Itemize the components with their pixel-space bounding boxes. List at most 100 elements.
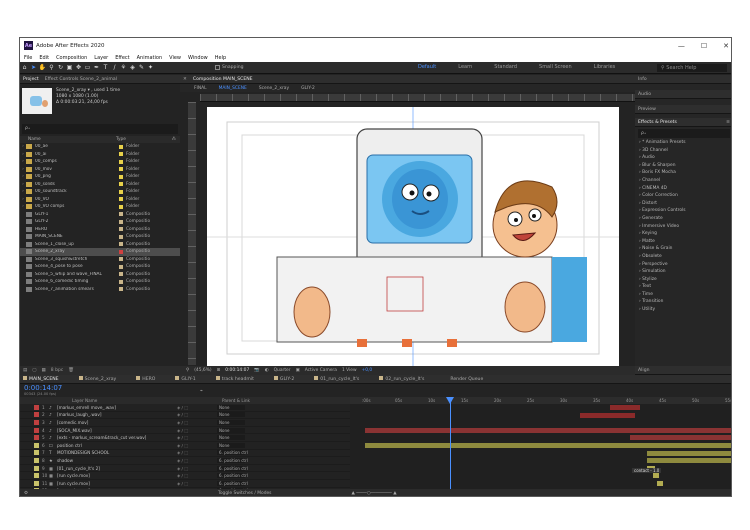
layer-row[interactable]: 6 ☐ position ctrl ◈ ∕ ⬚ None	[20, 442, 350, 450]
layer-label-swatch[interactable]	[34, 442, 39, 448]
snapping-toggle[interactable]: Snapping	[215, 65, 244, 70]
layer-row[interactable]: 1 ♪ [markus_emrell move_.wav] ◈ ∕ ⬚ None	[20, 404, 350, 412]
parent-dropdown[interactable]: 6. position ctrl	[217, 450, 248, 456]
parent-dropdown[interactable]: None	[217, 404, 245, 410]
layer-label-swatch[interactable]	[34, 450, 39, 456]
layer-label-swatch[interactable]	[34, 457, 39, 463]
new-folder-icon[interactable]: ▢	[32, 368, 36, 373]
minimize-icon[interactable]: —	[678, 42, 685, 50]
project-item[interactable]: › 00_solids Folder	[20, 181, 180, 189]
views-dropdown[interactable]: 1 View	[342, 368, 357, 373]
search-help-input[interactable]: ⚲ Search Help	[657, 64, 727, 72]
parent-dropdown[interactable]: None	[217, 412, 245, 418]
camera-dropdown[interactable]: Active Camera	[305, 368, 337, 373]
label-color-swatch[interactable]	[119, 227, 123, 232]
comp-flowchart-icon[interactable]: ⚙	[24, 491, 28, 496]
label-color-swatch[interactable]	[119, 204, 123, 209]
rotate-tool-icon[interactable]: ↻	[56, 64, 65, 71]
menu-view[interactable]: View	[169, 55, 181, 61]
effect-category[interactable]: › Generate	[635, 216, 731, 224]
project-item[interactable]: GLIY-1 Compositio	[20, 211, 180, 219]
breadcrumb-scene-2-xray[interactable]: Scene_2_xray	[259, 86, 289, 91]
menu-edit[interactable]: Edit	[39, 55, 49, 61]
layer-marker[interactable]: contact - 1.0	[632, 468, 662, 473]
menu-effect[interactable]: Effect	[115, 55, 129, 61]
effect-category[interactable]: › Color Correction	[635, 193, 731, 201]
workspace-libraries[interactable]: Libraries	[594, 64, 616, 70]
timeline-tab[interactable]: 01_run_cycle_lt's	[314, 376, 359, 382]
switches-icon[interactable]: ◈ ∕ ⬚	[177, 412, 217, 417]
checkbox-icon[interactable]	[215, 65, 220, 70]
project-item[interactable]: Scene_2_xray Compositio	[20, 248, 180, 256]
project-item[interactable]: › 00_ae Folder	[20, 143, 180, 151]
project-item[interactable]: Scene_5_whip and wave_FINAL Compositio	[20, 271, 180, 279]
layer-duration-bar[interactable]	[647, 450, 731, 456]
magnify-icon[interactable]: ⚲	[186, 368, 189, 373]
project-item[interactable]: GLIY-2 Compositio	[20, 218, 180, 226]
breadcrumb-final[interactable]: FINAL	[194, 86, 207, 91]
maximize-icon[interactable]: ☐	[701, 42, 707, 50]
layer-row[interactable]: 5 ♪ [exts - markus_scream&track_cut ver.…	[20, 434, 350, 442]
project-item[interactable]: › 00_VO comps Folder	[20, 203, 180, 211]
effect-category[interactable]: › Obsolete	[635, 254, 731, 262]
layer-duration-bar[interactable]	[665, 496, 671, 497]
workspace-default[interactable]: Default	[418, 64, 436, 70]
layer-duration-bar[interactable]	[365, 443, 731, 448]
timeline-tab[interactable]: GLIY-2	[273, 376, 294, 382]
parent-dropdown[interactable]: None	[217, 427, 245, 433]
project-item[interactable]: › 00_soundtrack Folder	[20, 188, 180, 196]
effect-category[interactable]: › Audio	[635, 155, 731, 163]
effect-category[interactable]: › Boris FX Mocha	[635, 170, 731, 178]
layer-row[interactable]: 7 T MOTIONDESIGN SCHOOL ◈ ∕ ⬚ 6. positio…	[20, 450, 350, 458]
switches-icon[interactable]: ◈ ∕ ⬚	[177, 435, 217, 440]
project-item[interactable]: Scene_1_close_up Compositio	[20, 241, 180, 249]
col-parent[interactable]: Parent & Link	[222, 398, 250, 403]
comp-stage[interactable]	[207, 107, 619, 368]
label-color-swatch[interactable]	[119, 197, 123, 202]
col-type[interactable]: Type	[116, 137, 126, 142]
audio-title[interactable]: Audio	[638, 92, 651, 97]
switches-icon[interactable]: ◈ ∕ ⬚	[177, 428, 217, 433]
exposure-value[interactable]: +0,0	[362, 368, 373, 373]
label-color-swatch[interactable]	[119, 249, 123, 254]
rectangle-tool-icon[interactable]: ▭	[83, 64, 92, 71]
timeline-tab[interactable]: MAIN_SCENE	[23, 376, 59, 382]
layer-duration-bar[interactable]	[653, 473, 659, 479]
project-item[interactable]: › 00_mov Folder	[20, 166, 180, 174]
layer-row[interactable]: 10 ▦ [run cycle.mov] ◈ ∕ ⬚ 6. position c…	[20, 472, 350, 480]
layer-row[interactable]: 9 ▦ [01_run_cycle_lt's 2] ◈ ∕ ⬚ 6. posit…	[20, 465, 350, 473]
label-color-swatch[interactable]	[119, 189, 123, 194]
project-item[interactable]: › 00_ai Folder	[20, 151, 180, 159]
effect-category[interactable]: › Expression Controls	[635, 208, 731, 216]
layer-row[interactable]: 4 ♪ [SOCA_MIX.wav] ◈ ∕ ⬚ None	[20, 427, 350, 435]
layer-label-swatch[interactable]	[34, 480, 39, 486]
project-item[interactable]: Scene_6_comedic timing Compositio	[20, 278, 180, 286]
switches-icon[interactable]: ◈ ∕ ⬚	[177, 481, 217, 486]
label-color-swatch[interactable]	[119, 264, 123, 269]
project-item[interactable]: Scene_7_animation smears Compositio	[20, 286, 180, 294]
layer-row[interactable]: 2 ♪ [markus_laugh_.wav] ◈ ∕ ⬚ None	[20, 412, 350, 420]
zoom-dropdown[interactable]: (45,6%)	[194, 368, 211, 373]
layer-row[interactable]: 11 ▦ [run cycle.mov] ◈ ∕ ⬚ 6. position c…	[20, 480, 350, 488]
layer-duration-bar[interactable]	[647, 458, 731, 464]
effect-category[interactable]: › * Animation Presets	[635, 140, 731, 148]
label-color-swatch[interactable]	[119, 219, 123, 224]
effect-category[interactable]: › Immersive Video	[635, 224, 731, 232]
zoom-slider-icon[interactable]: ▲ ────○──────── ▲	[351, 491, 396, 496]
tab-composition-main[interactable]: Composition MAIN_SCENE	[193, 77, 253, 82]
label-color-swatch[interactable]	[119, 159, 123, 164]
effect-category[interactable]: › Utility	[635, 307, 731, 315]
project-item[interactable]: › 00_comps Folder	[20, 158, 180, 166]
label-color-swatch[interactable]	[119, 212, 123, 217]
label-color-swatch[interactable]	[119, 279, 123, 284]
new-comp-icon[interactable]: ▦	[42, 368, 46, 373]
layer-duration-bar[interactable]	[630, 435, 731, 441]
switches-icon[interactable]: ◈ ∕ ⬚	[177, 496, 217, 497]
zoom-tool-icon[interactable]: ⚲	[47, 64, 56, 71]
graph-editor-icon[interactable]: ⌁	[200, 388, 203, 394]
layer-label-swatch[interactable]	[34, 427, 39, 433]
time-ruler[interactable]: :00s 05s 10s 15s 20s 25s 30s 35s 40s 45s 50s 55s	[350, 397, 731, 404]
clone-tool-icon[interactable]: ⚘	[119, 64, 128, 71]
roi-icon[interactable]: ▣	[296, 368, 300, 373]
layer-label-swatch[interactable]	[34, 404, 39, 410]
